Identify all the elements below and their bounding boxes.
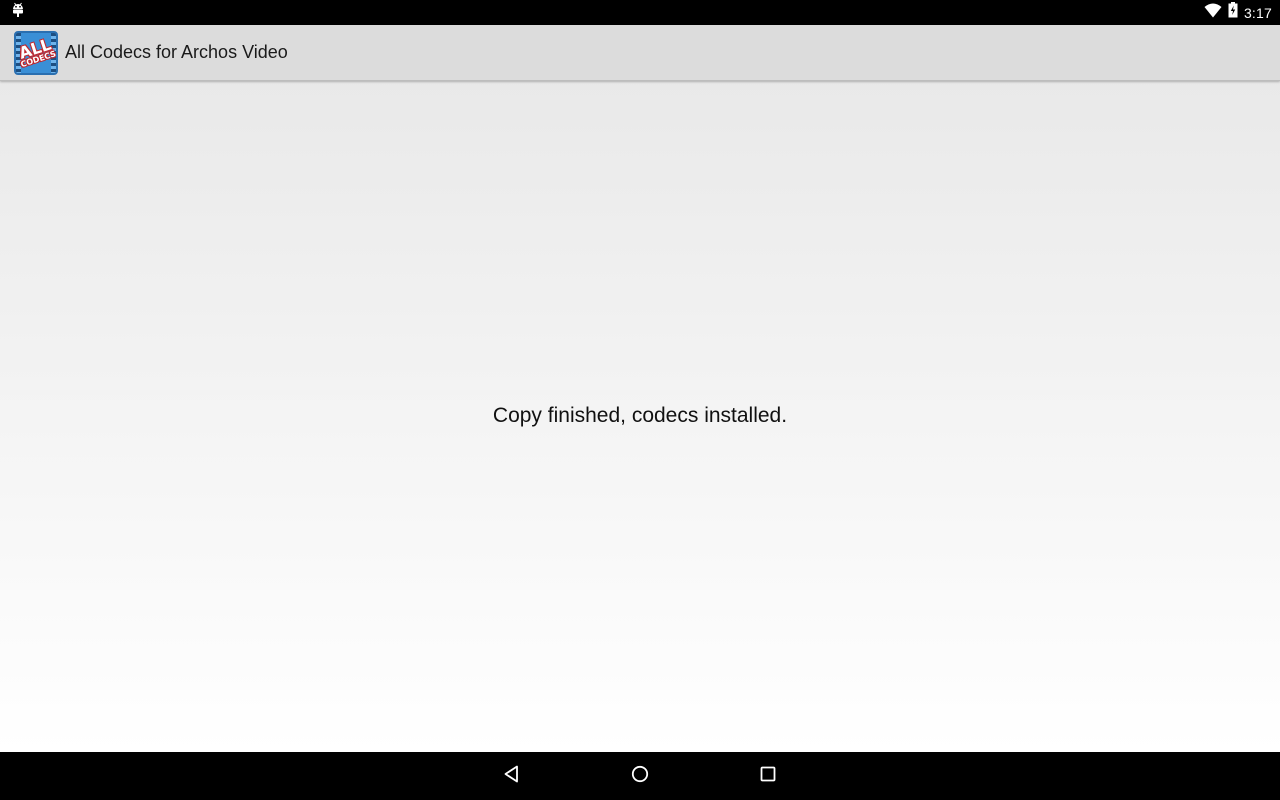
navigation-bar xyxy=(0,752,1280,800)
back-icon xyxy=(502,764,522,789)
app-title: All Codecs for Archos Video xyxy=(65,42,288,62)
back-button[interactable] xyxy=(500,764,524,788)
main-content: Copy finished, codecs installed. xyxy=(0,81,1280,752)
wifi-icon xyxy=(1204,3,1222,23)
all-codecs-app-icon[interactable]: ALL CODECS xyxy=(14,30,58,75)
recents-icon xyxy=(758,764,778,789)
android-debug-icon xyxy=(11,2,25,23)
status-bar-right: 3:17 xyxy=(1204,2,1272,23)
status-message: Copy finished, codecs installed. xyxy=(492,404,788,427)
battery-charging-icon xyxy=(1228,2,1238,23)
recents-button[interactable] xyxy=(756,764,780,788)
home-icon xyxy=(630,764,650,789)
home-button[interactable] xyxy=(628,764,652,788)
status-bar: 3:17 xyxy=(0,0,1280,25)
status-bar-left xyxy=(11,2,25,23)
action-bar: ALL CODECS All Codecs for Archos Video xyxy=(0,25,1280,81)
status-time: 3:17 xyxy=(1243,4,1272,21)
